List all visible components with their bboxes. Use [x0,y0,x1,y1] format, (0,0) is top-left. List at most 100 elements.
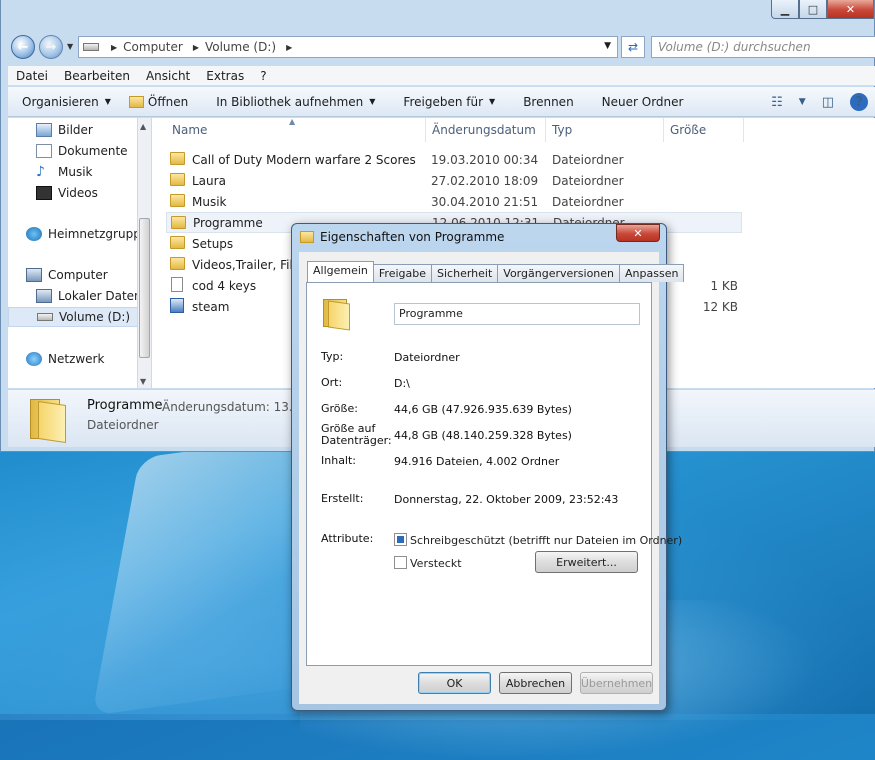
maximize-button[interactable]: □ [799,0,827,19]
menu-tools[interactable]: Extras [198,69,252,83]
attributes-label: Attribute: [321,532,374,545]
details-name: Programme [87,398,163,413]
nav-item-computer[interactable]: Computer [26,265,108,285]
menu-file[interactable]: Datei [8,69,56,83]
menu-view[interactable]: Ansicht [138,69,198,83]
share-with-button[interactable]: Freigeben für ▼ [389,95,509,109]
help-icon[interactable]: ? [850,93,868,111]
computer-icon [26,268,42,282]
details-modified-date: Änderungsdatum: 13.06. [162,400,312,414]
window-controls: ▁ □ ✕ [771,0,874,22]
nav-label: Computer [48,268,108,282]
readonly-checkbox[interactable] [394,533,407,546]
dialog-title: Eigenschaften von Programme [320,230,505,244]
chevron-down-icon: ▼ [369,97,376,106]
file-name: steam [192,299,230,314]
close-button[interactable]: ✕ [827,0,874,19]
nav-scrollbar[interactable]: ▲ ▼ [137,118,151,388]
nav-item-homegroup[interactable]: Heimnetzgruppe [26,224,148,244]
contains-value: 94.916 Dateien, 4.002 Ordner [394,455,560,468]
open-label: Öffnen [147,94,189,109]
tab-previous-versions[interactable]: Vorgängerversionen [497,264,621,282]
contains-label: Inhalt: [321,454,357,467]
breadcrumb-arrow-icon[interactable]: ▶ [111,43,117,52]
nav-label: Volume (D:) [59,310,131,324]
folder-icon [170,257,185,270]
pictures-icon [36,123,52,137]
general-tab-panel: Programme Typ: Dateiordner Ort: D:\ Größ… [306,282,682,666]
videos-icon [36,186,52,200]
ok-button[interactable]: OK [418,672,491,694]
add-to-library-button[interactable]: In Bibliothek aufnehmen ▼ [202,95,389,109]
nav-item-local-disk[interactable]: Lokaler Datenträger [36,286,150,306]
nav-item-videos[interactable]: Videos [36,183,98,203]
file-name: Call of Duty Modern warfare 2 Scores [192,152,416,167]
column-header-date[interactable]: Änderungsdatum [426,118,546,142]
organize-button[interactable]: Organisieren ▼ [8,95,125,109]
file-name: cod 4 keys [192,278,257,293]
new-folder-button[interactable]: Neuer Ordner [588,95,698,109]
view-options-icon[interactable]: ☷ [771,95,783,110]
forward-button[interactable]: → [39,35,63,59]
menu-help[interactable]: ? [252,69,274,83]
open-button[interactable]: Öffnen [125,95,202,109]
search-input[interactable]: Volume (D:) durchsuchen [651,36,875,58]
file-date: 19.03.2010 00:34 [431,152,539,167]
nav-item-network[interactable]: Netzwerk [26,349,104,369]
scroll-up-icon[interactable]: ▲ [140,122,146,131]
tab-security[interactable]: Sicherheit [431,264,499,282]
address-dropdown-icon[interactable]: ▼ [604,41,611,51]
hidden-label[interactable]: Versteckt [410,557,462,570]
file-name: Programme [193,215,263,230]
breadcrumb-arrow-icon[interactable]: ▶ [193,43,199,52]
tab-general[interactable]: Allgemein [307,261,374,282]
burn-button[interactable]: Brennen [509,95,587,109]
nav-item-documents[interactable]: Dokumente [36,141,128,161]
type-value: Dateiordner [394,351,460,364]
advanced-button[interactable]: Erweitert... [535,551,638,573]
view-dropdown-icon[interactable]: ▼ [799,97,806,107]
text-file-icon [171,277,183,292]
file-row[interactable]: Musik 30.04.2010 21:51 Dateiordner [166,191,742,212]
preview-pane-icon[interactable]: ◫ [822,95,834,110]
breadcrumb-arrow-icon[interactable]: ▶ [286,43,292,52]
dialog-body: Allgemein Freigabe Sicherheit Vorgängerv… [299,252,685,704]
homegroup-icon [26,227,42,241]
cancel-button[interactable]: Abbrechen [499,672,572,694]
refresh-button[interactable]: ⇄ [621,36,645,58]
recent-pages-dropdown[interactable]: ▼ [67,42,73,51]
breadcrumb-volume-d[interactable]: Volume (D:) [205,40,276,54]
folder-name-input[interactable]: Programme [394,303,640,325]
nav-item-music[interactable]: ♪ Musik [36,162,93,182]
folder-large-icon [323,297,351,331]
hidden-checkbox[interactable] [394,556,407,569]
scrollbar-thumb[interactable] [139,218,150,358]
column-header-type[interactable]: Typ [546,118,664,142]
nav-item-pictures[interactable]: Bilder [36,120,93,140]
tab-customize[interactable]: Anpassen [619,264,685,282]
type-label: Typ: [321,350,344,363]
drive-icon [83,43,99,51]
nav-label: Heimnetzgruppe [48,227,149,241]
scroll-down-icon[interactable]: ▼ [140,377,146,386]
address-bar[interactable]: ▶ Computer ▶ Volume (D:) ▶ ▼ [78,36,618,58]
menu-edit[interactable]: Bearbeiten [56,69,138,83]
file-row[interactable]: Laura 27.02.2010 18:09 Dateiordner [166,170,742,191]
column-header-name[interactable]: Name [166,118,426,142]
tab-sharing[interactable]: Freigabe [372,264,433,282]
location-value: D:\ [394,377,410,390]
chevron-down-icon: ▼ [104,97,111,106]
apply-button[interactable]: Übernehmen [580,672,653,694]
back-button[interactable]: ← [11,35,35,59]
breadcrumb-computer[interactable]: Computer [123,40,183,54]
column-header-size[interactable]: Größe [664,118,744,142]
dialog-close-button[interactable]: ✕ [616,224,660,242]
file-row[interactable]: Call of Duty Modern warfare 2 Scores 19.0… [166,149,742,170]
close-icon: ✕ [633,226,643,240]
separator [317,478,641,479]
nav-label: Musik [58,165,93,179]
nav-item-volume-d[interactable]: Volume (D:) [8,307,148,327]
minimize-button[interactable]: ▁ [771,0,799,19]
readonly-label[interactable]: Schreibgeschützt (betrifft nur Dateien i… [410,534,682,547]
folder-icon [170,152,185,165]
